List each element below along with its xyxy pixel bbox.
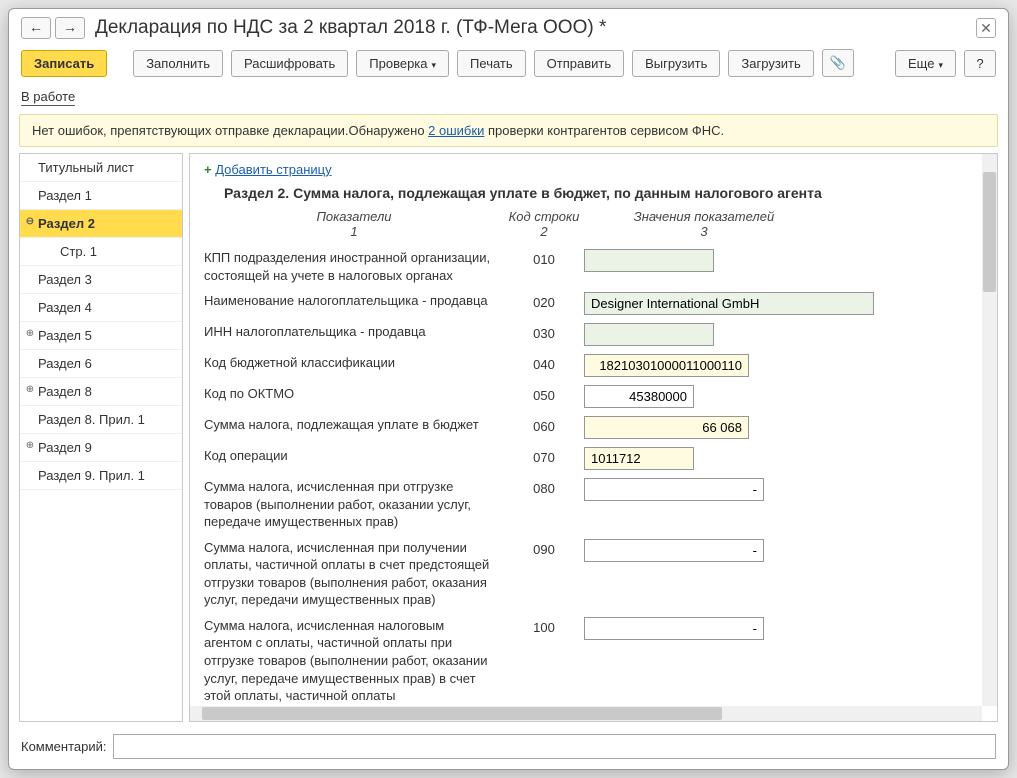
sidebar-item[interactable]: Раздел 8. Прил. 1	[20, 406, 182, 434]
sidebar-item-label: Раздел 3	[38, 272, 92, 287]
sidebar-item[interactable]: Раздел 4	[20, 294, 182, 322]
row-label: Сумма налога, подлежащая уплате в бюджет	[204, 416, 504, 434]
sidebar-item[interactable]: ⊕Раздел 8	[20, 378, 182, 406]
send-button[interactable]: Отправить	[534, 50, 624, 77]
write-button[interactable]: Записать	[21, 50, 107, 77]
row-input[interactable]	[584, 249, 714, 272]
section-title: Раздел 2. Сумма налога, подлежащая уплат…	[224, 185, 983, 201]
help-button[interactable]: ?	[964, 50, 996, 77]
sidebar-item-label: Раздел 8. Прил. 1	[38, 412, 145, 427]
form-row: Наименование налогоплательщика - продавц…	[204, 292, 983, 315]
row-code: 020	[504, 292, 584, 310]
sidebar-item-label: Титульный лист	[38, 160, 134, 175]
expander-icon[interactable]: ⊖	[24, 216, 36, 227]
sidebar-item[interactable]: ⊖Раздел 2	[20, 210, 182, 238]
row-label: Код по ОКТМО	[204, 385, 504, 403]
row-code: 060	[504, 416, 584, 434]
expander-icon[interactable]: ⊕	[24, 328, 36, 339]
sidebar-item[interactable]: ⊕Раздел 5	[20, 322, 182, 350]
row-code: 030	[504, 323, 584, 341]
row-label: Код бюджетной классификации	[204, 354, 504, 372]
row-code: 070	[504, 447, 584, 465]
sidebar-item[interactable]: Раздел 9. Прил. 1	[20, 462, 182, 490]
form-row: Сумма налога, исчисленная налоговым аген…	[204, 617, 983, 705]
export-button[interactable]: Выгрузить	[632, 50, 720, 77]
sidebar-item[interactable]: Стр. 1	[20, 238, 182, 266]
sidebar-item-label: Раздел 2	[38, 216, 95, 231]
add-page-link[interactable]: Добавить страницу	[215, 162, 331, 177]
row-label: Наименование налогоплательщика - продавц…	[204, 292, 504, 310]
row-label: Код операции	[204, 447, 504, 465]
row-label: Сумма налога, исчисленная при отгрузке т…	[204, 478, 504, 531]
comment-label: Комментарий:	[21, 739, 107, 754]
window-title: Декларация по НДС за 2 квартал 2018 г. (…	[95, 17, 966, 39]
row-label: КПП подразделения иностранной организаци…	[204, 249, 504, 284]
info-bar: Нет ошибок, препятствующих отправке декл…	[19, 114, 998, 147]
form-row: Сумма налога, подлежащая уплате в бюджет…	[204, 416, 983, 439]
form-row: КПП подразделения иностранной организаци…	[204, 249, 983, 284]
horizontal-scrollbar[interactable]	[190, 706, 982, 721]
sidebar-item[interactable]: Раздел 3	[20, 266, 182, 294]
row-code: 080	[504, 478, 584, 496]
row-input[interactable]	[584, 447, 694, 470]
sidebar-item-label: Раздел 4	[38, 300, 92, 315]
row-code: 040	[504, 354, 584, 372]
more-button[interactable]: Еще▾	[895, 50, 956, 77]
vertical-scrollbar[interactable]	[982, 154, 997, 706]
row-input[interactable]	[584, 617, 764, 640]
sidebar-item[interactable]: Титульный лист	[20, 154, 182, 182]
expander-icon[interactable]: ⊕	[24, 440, 36, 451]
row-label: Сумма налога, исчисленная налоговым аген…	[204, 617, 504, 705]
expander-icon[interactable]: ⊕	[24, 384, 36, 395]
form-row: Код по ОКТМО050	[204, 385, 983, 408]
column-headers: Показатели1 Код строки2 Значения показат…	[204, 209, 983, 239]
sidebar-item-label: Раздел 9	[38, 440, 92, 455]
import-button[interactable]: Загрузить	[728, 50, 813, 77]
row-input[interactable]	[584, 323, 714, 346]
print-button[interactable]: Печать	[457, 50, 526, 77]
form-row: Код бюджетной классификации040	[204, 354, 983, 377]
status-link[interactable]: В работе	[9, 85, 1008, 114]
attach-icon[interactable]: 📎	[822, 49, 854, 77]
sidebar-item[interactable]: Раздел 6	[20, 350, 182, 378]
section-tree[interactable]: Титульный лист Раздел 1 ⊖Раздел 2 Стр. 1 Раз…	[19, 153, 183, 722]
fill-button[interactable]: Заполнить	[133, 50, 223, 77]
check-button[interactable]: Проверка▾	[356, 50, 449, 77]
sidebar-item-label: Раздел 9. Прил. 1	[38, 468, 145, 483]
row-input[interactable]	[584, 292, 874, 315]
sidebar-item-label: Стр. 1	[60, 244, 97, 259]
close-icon[interactable]: ✕	[976, 18, 996, 38]
sidebar-item-label: Раздел 8	[38, 384, 92, 399]
decrypt-button[interactable]: Расшифровать	[231, 50, 348, 77]
row-code: 010	[504, 249, 584, 267]
row-input[interactable]	[584, 416, 749, 439]
row-label: ИНН налогоплательщика - продавца	[204, 323, 504, 341]
form-row: ИНН налогоплательщика - продавца030	[204, 323, 983, 346]
sidebar-item-label: Раздел 5	[38, 328, 92, 343]
plus-icon: +	[204, 162, 212, 177]
row-code: 090	[504, 539, 584, 557]
sidebar-item[interactable]: Раздел 1	[20, 182, 182, 210]
row-input[interactable]	[584, 354, 749, 377]
form-row: Сумма налога, исчисленная при отгрузке т…	[204, 478, 983, 531]
errors-link[interactable]: 2 ошибки	[428, 123, 484, 138]
row-label: Сумма налога, исчисленная при получении …	[204, 539, 504, 609]
row-input[interactable]	[584, 478, 764, 501]
nav-back-button[interactable]: ←	[21, 17, 51, 39]
row-input[interactable]	[584, 385, 694, 408]
sidebar-item-label: Раздел 1	[38, 188, 92, 203]
comment-input[interactable]	[113, 734, 997, 759]
nav-forward-button[interactable]: →	[55, 17, 85, 39]
sidebar-item[interactable]: ⊕Раздел 9	[20, 434, 182, 462]
form-row: Сумма налога, исчисленная при получении …	[204, 539, 983, 609]
form-row: Код операции070	[204, 447, 983, 470]
sidebar-item-label: Раздел 6	[38, 356, 92, 371]
row-input[interactable]	[584, 539, 764, 562]
row-code: 050	[504, 385, 584, 403]
row-code: 100	[504, 617, 584, 635]
